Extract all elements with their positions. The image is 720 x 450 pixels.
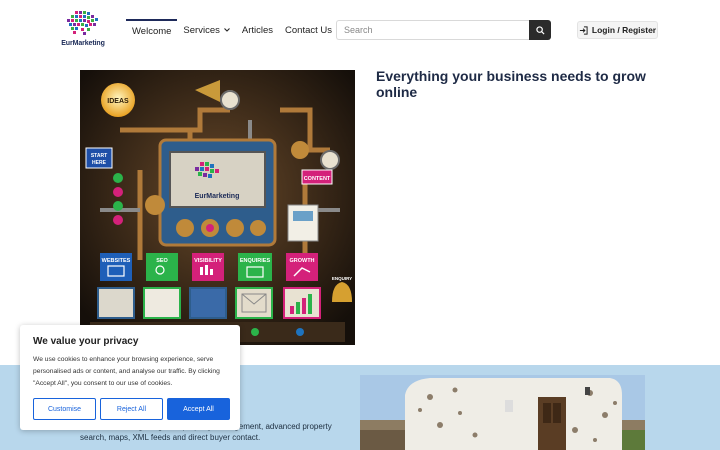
nav-articles-label: Articles xyxy=(241,24,274,36)
seo-label: SEO xyxy=(156,258,168,264)
site-logo[interactable]: EurMarketing xyxy=(61,9,105,51)
here-label: HERE xyxy=(92,160,107,166)
visibility-label: VISIBILITY xyxy=(194,258,222,264)
hero-heading: Everything your business needs to grow o… xyxy=(376,68,646,100)
machine-brand-label: EurMarketing xyxy=(195,193,240,200)
growth-label: GROWTH xyxy=(289,258,314,264)
reject-all-button[interactable]: Reject All xyxy=(100,398,163,420)
page: EurMarketing Welcome Services Articles C… xyxy=(0,0,720,450)
sign-in-icon xyxy=(579,25,588,35)
nav-contact-label: Contact Us xyxy=(285,24,333,36)
enquiries-label: ENQUIRIES xyxy=(240,258,271,264)
cookie-text: We use cookies to enhance your browsing … xyxy=(33,356,220,387)
white-house-image xyxy=(360,375,645,450)
search-button[interactable] xyxy=(529,20,551,40)
search-input[interactable] xyxy=(336,20,529,40)
websites-label: WEBSITES xyxy=(102,258,131,264)
search-icon xyxy=(535,25,545,35)
nav-contact-us[interactable]: Contact Us xyxy=(279,19,338,41)
customise-button[interactable]: Customise xyxy=(33,398,96,420)
ideas-label: IDEAS xyxy=(107,98,129,105)
nav-services-label: Services xyxy=(183,24,220,36)
login-register-button[interactable]: Login / Register xyxy=(577,21,658,39)
login-register-label: Login / Register xyxy=(591,25,657,35)
cookie-buttons: Customise Reject All Accept All xyxy=(33,398,230,420)
nav-articles[interactable]: Articles xyxy=(236,19,279,41)
accept-all-button[interactable]: Accept All xyxy=(167,398,230,420)
content-label: CONTENT xyxy=(304,176,331,182)
house-photo xyxy=(360,375,645,450)
nav-welcome-label: Welcome xyxy=(132,25,172,37)
marketing-machine-image: IDEAS START HERE EurMarketing CONTENT WE… xyxy=(80,70,355,345)
chevron-down-icon xyxy=(223,27,230,34)
enquiry-label: ENQUIRY xyxy=(332,276,352,281)
cookie-consent-banner: We value your privacy We use cookies to … xyxy=(20,325,240,430)
nav-services[interactable]: Services xyxy=(177,19,235,41)
europe-map-icon xyxy=(67,11,98,35)
cookie-title: We value your privacy xyxy=(33,336,139,347)
hero-illustration: IDEAS START HERE EurMarketing CONTENT WE… xyxy=(80,70,355,345)
start-label: START xyxy=(91,153,107,159)
logo-text: EurMarketing xyxy=(61,40,105,47)
search-form xyxy=(336,20,551,40)
site-header: EurMarketing Welcome Services Articles C… xyxy=(0,0,720,60)
main-nav: Welcome Services Articles Contact Us xyxy=(126,19,338,41)
nav-welcome[interactable]: Welcome xyxy=(126,19,178,41)
